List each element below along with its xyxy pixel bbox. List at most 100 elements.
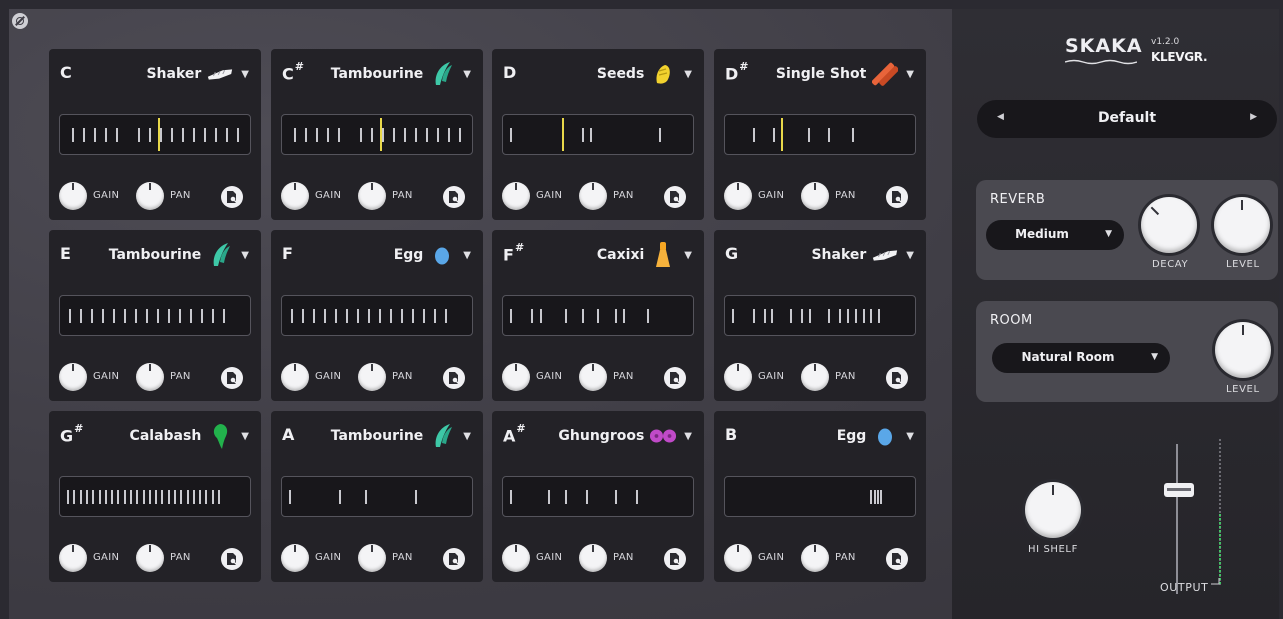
- instrument-dropdown[interactable]: Tambourine ▼: [331, 62, 471, 86]
- pan-knob[interactable]: [136, 182, 164, 210]
- pattern-hit: [635, 490, 638, 504]
- pattern-display[interactable]: [502, 114, 694, 155]
- sample-browser-button[interactable]: [886, 548, 908, 570]
- reverb-type-dropdown[interactable]: Medium ▼: [986, 220, 1124, 250]
- sample-browser-button[interactable]: [664, 367, 686, 389]
- sample-browser-button[interactable]: [443, 367, 465, 389]
- instrument-dropdown[interactable]: Caxixi ▼: [596, 242, 692, 267]
- pad-card[interactable]: G# Calabash ▼ GAIN PAN: [49, 411, 261, 582]
- sample-browser-button[interactable]: [443, 186, 465, 208]
- pan-knob[interactable]: [579, 363, 607, 391]
- sample-browser-button[interactable]: [221, 548, 243, 570]
- output-fader-handle[interactable]: [1164, 483, 1194, 497]
- pattern-display[interactable]: [724, 295, 916, 336]
- power-icon[interactable]: [12, 13, 28, 29]
- pad-card[interactable]: A# Ghungroos ▼ GAIN PAN: [492, 411, 704, 582]
- pan-knob[interactable]: [579, 544, 607, 572]
- pad-card[interactable]: F# Caxixi ▼ GAIN PAN: [492, 230, 704, 401]
- room-level-knob[interactable]: [1215, 322, 1271, 378]
- pattern-hit: [444, 309, 447, 323]
- pad-card[interactable]: E Tambourine ▼ GAIN PAN: [49, 230, 261, 401]
- pad-card[interactable]: C Shaker ▼ GAIN PAN: [49, 49, 261, 220]
- pattern-display[interactable]: [59, 295, 251, 336]
- pad-note-label: A#: [503, 422, 526, 446]
- instrument-name: Caxixi: [596, 247, 645, 263]
- pan-knob[interactable]: [358, 182, 386, 210]
- pan-knob[interactable]: [801, 363, 829, 391]
- gain-knob[interactable]: [502, 363, 530, 391]
- gain-knob[interactable]: [502, 544, 530, 572]
- room-type-dropdown[interactable]: Natural Room ▼: [992, 343, 1170, 373]
- pattern-display[interactable]: [502, 476, 694, 517]
- pattern-hit: [790, 309, 793, 323]
- gain-knob[interactable]: [59, 182, 87, 210]
- pattern-display[interactable]: [281, 476, 473, 517]
- sharp-sign: #: [294, 60, 304, 73]
- preset-next-icon[interactable]: ▶: [1250, 112, 1257, 122]
- instrument-dropdown[interactable]: Tambourine ▼: [331, 424, 471, 448]
- pan-knob[interactable]: [358, 363, 386, 391]
- pattern-hit: [214, 128, 217, 142]
- gain-knob[interactable]: [281, 363, 309, 391]
- chevron-down-icon: ▼: [1105, 229, 1112, 239]
- decay-label: DECAY: [1152, 259, 1189, 270]
- output-label: OUTPUT: [1160, 581, 1209, 594]
- pattern-display[interactable]: [281, 295, 473, 336]
- instrument-dropdown[interactable]: Egg ▼: [837, 424, 914, 448]
- reverb-title: REVERB: [990, 192, 1046, 207]
- sample-browser-button[interactable]: [221, 186, 243, 208]
- decay-knob[interactable]: [1141, 197, 1197, 253]
- reverb-level-knob[interactable]: [1214, 197, 1270, 253]
- pattern-display[interactable]: [724, 476, 916, 517]
- sample-browser-button[interactable]: [886, 186, 908, 208]
- pan-knob[interactable]: [801, 544, 829, 572]
- pattern-hit: [86, 490, 88, 504]
- pattern-hit: [433, 309, 436, 323]
- instrument-dropdown[interactable]: Single Shot ▼: [776, 62, 914, 86]
- hi-shelf-knob[interactable]: [1025, 482, 1081, 538]
- pan-knob[interactable]: [579, 182, 607, 210]
- gain-knob[interactable]: [724, 363, 752, 391]
- gain-knob[interactable]: [281, 544, 309, 572]
- pattern-display[interactable]: [59, 114, 251, 155]
- pad-card[interactable]: D# Single Shot ▼ GAIN PAN: [714, 49, 926, 220]
- instrument-dropdown[interactable]: Shaker ▼: [146, 62, 249, 86]
- pattern-display[interactable]: [724, 114, 916, 155]
- pattern-hit: [862, 309, 865, 323]
- pattern-hit: [334, 309, 337, 323]
- pattern-display[interactable]: [502, 295, 694, 336]
- output-fader-track[interactable]: [1176, 444, 1178, 594]
- sample-browser-button[interactable]: [443, 548, 465, 570]
- instrument-dropdown[interactable]: Egg ▼: [394, 243, 471, 267]
- pattern-display[interactable]: [281, 114, 473, 155]
- pad-note-label: E: [60, 244, 71, 263]
- gain-knob[interactable]: [724, 182, 752, 210]
- instrument-dropdown[interactable]: Seeds ▼: [597, 62, 692, 86]
- sample-browser-button[interactable]: [221, 367, 243, 389]
- pad-card[interactable]: G Shaker ▼ GAIN PAN: [714, 230, 926, 401]
- instrument-dropdown[interactable]: Tambourine ▼: [109, 243, 249, 267]
- pattern-display[interactable]: [59, 476, 251, 517]
- instrument-dropdown[interactable]: Calabash ▼: [130, 424, 249, 449]
- gain-knob[interactable]: [59, 363, 87, 391]
- pad-card[interactable]: C# Tambourine ▼ GAIN PAN: [271, 49, 483, 220]
- sample-browser-button[interactable]: [664, 548, 686, 570]
- preset-selector[interactable]: ◀ Default ▶: [977, 100, 1277, 138]
- pad-card[interactable]: A Tambourine ▼ GAIN PAN: [271, 411, 483, 582]
- pad-card[interactable]: F Egg ▼ GAIN PAN: [271, 230, 483, 401]
- pan-knob[interactable]: [136, 544, 164, 572]
- instrument-dropdown[interactable]: Shaker ▼: [811, 243, 914, 267]
- gain-knob[interactable]: [502, 182, 530, 210]
- pan-label: PAN: [170, 371, 191, 382]
- pad-card[interactable]: B Egg ▼ GAIN PAN: [714, 411, 926, 582]
- gain-knob[interactable]: [59, 544, 87, 572]
- instrument-dropdown[interactable]: Ghungroos ▼: [558, 424, 692, 448]
- pan-knob[interactable]: [136, 363, 164, 391]
- pan-knob[interactable]: [358, 544, 386, 572]
- pan-knob[interactable]: [801, 182, 829, 210]
- gain-knob[interactable]: [724, 544, 752, 572]
- sample-browser-button[interactable]: [886, 367, 908, 389]
- gain-knob[interactable]: [281, 182, 309, 210]
- pad-card[interactable]: D Seeds ▼ GAIN PAN: [492, 49, 704, 220]
- sample-browser-button[interactable]: [664, 186, 686, 208]
